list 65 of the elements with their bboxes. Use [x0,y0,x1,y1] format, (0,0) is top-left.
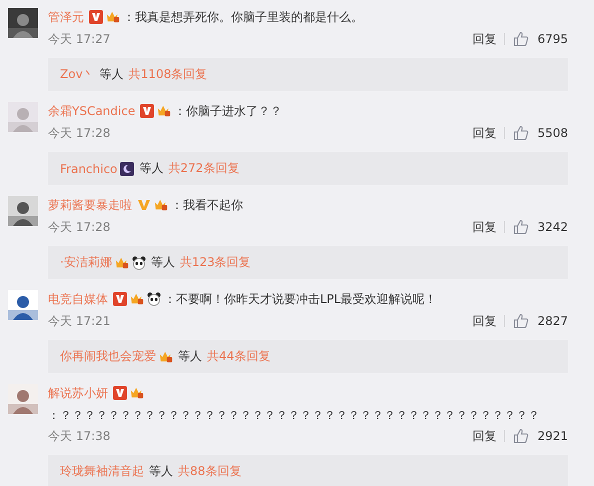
panda-icon [147,292,161,306]
reply-user-name[interactable]: ·安洁莉娜 [60,254,112,271]
verified-icon [113,386,127,400]
crown-icon [106,10,120,24]
like-count: 2921 [537,429,568,443]
crown-icon [154,198,168,212]
replies-panel[interactable]: Zov丶 等人 共1108条回复 [48,58,568,91]
others-label: 等人 [139,160,164,177]
others-label: 等人 [178,348,202,365]
reply-user-name[interactable]: Franchico [60,162,118,176]
timestamp: 今天 17:38 [48,428,110,444]
like-count: 2827 [537,314,568,328]
thumbs-up-icon[interactable] [513,125,530,141]
thumbs-up-icon[interactable] [513,219,530,235]
thumbs-up-icon[interactable] [513,31,530,47]
user-name[interactable]: 管泽元 [48,8,84,26]
timestamp: 今天 17:28 [48,124,110,142]
reply-link[interactable]: 回复 [472,218,496,236]
comment-text: ：我真是想弄死你。你脑子里装的都是什么。 [123,8,363,26]
verified-icon [137,198,151,212]
reply-link[interactable]: 回复 [472,124,496,142]
comment-text: ：不要啊！你昨天才说要冲击LPL最受欢迎解说呢！ [164,290,437,308]
panda-icon [132,256,146,270]
thumbs-up-icon[interactable] [513,428,530,444]
timestamp: 今天 17:28 [48,218,110,236]
user-name[interactable]: 解说苏小妍 [48,384,108,402]
reply-link[interactable]: 回复 [472,30,496,48]
replies-panel[interactable]: 玲珑舞袖清音起 等人 共88条回复 [48,455,568,486]
crown-icon [130,292,144,306]
others-label: 等人 [100,66,124,83]
reply-count-link[interactable]: 共44条回复 [207,348,270,365]
reply-count-link[interactable]: 共88条回复 [178,463,242,480]
verified-icon [140,104,154,118]
reply-link[interactable]: 回复 [472,428,496,444]
user-name[interactable]: 余霜YSCandice [48,102,136,120]
replies-panel[interactable]: Franchico 等人 共272条回复 [48,152,568,185]
verified-icon [113,292,127,306]
user-name[interactable]: 电竞自媒体 [48,290,108,308]
reply-user-name[interactable]: 你再闹我也会宠爱 [60,348,156,365]
timestamp: 今天 17:21 [48,312,110,330]
verified-icon [89,10,103,24]
reply-count-link[interactable]: 共272条回复 [168,160,240,177]
comment-text: ：？？？？？？？？？？？？？？？？？？？？？？？？？？？？？？？？？？？？？？？？ [48,408,541,423]
like-count: 3242 [537,220,568,234]
others-label: 等人 [149,463,173,480]
replies-panel[interactable]: 你再闹我也会宠爱 等人 共44条回复 [48,340,568,373]
reply-user-name[interactable]: Zov丶 [60,66,95,83]
crown-icon [130,386,144,400]
crown-icon [159,350,173,364]
timestamp: 今天 17:27 [48,30,110,48]
others-label: 等人 [150,254,175,271]
comment-text: ：我看不起你 [171,196,243,214]
crown-icon [114,256,129,270]
reply-count-link[interactable]: 共123条回复 [180,254,251,271]
like-count: 5508 [537,126,568,140]
reply-user-name[interactable]: 玲珑舞袖清音起 [60,463,144,480]
crown-icon [157,104,172,118]
thumbs-up-icon[interactable] [513,313,530,329]
moon-badge-icon [120,162,134,176]
comment-text: ：你脑子进水了？？ [174,102,282,120]
reply-count-link[interactable]: 共1108条回复 [128,66,208,83]
replies-panel[interactable]: ·安洁莉娜 等人 共123条回复 [48,246,568,279]
like-count: 6795 [537,32,568,46]
reply-link[interactable]: 回复 [472,312,496,330]
user-name[interactable]: 萝莉酱要暴走啦 [48,196,132,214]
